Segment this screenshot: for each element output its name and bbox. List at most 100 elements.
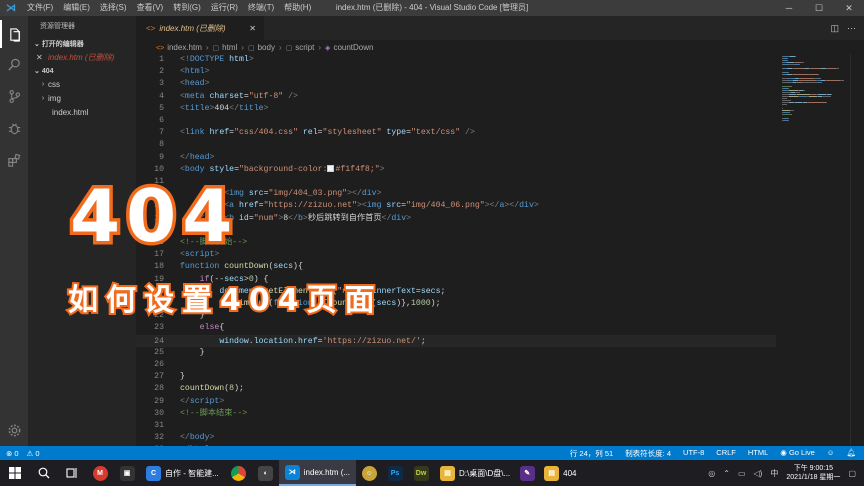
open-editor-label: index.htm (已删除) [48, 53, 115, 62]
editor-scrollbar[interactable] [850, 54, 864, 446]
dreamweaver-icon[interactable]: Dw [408, 460, 434, 486]
feedback-icon[interactable]: ☺ [827, 448, 835, 459]
emoji-app-icon[interactable]: ☺ [356, 460, 382, 486]
volume-icon[interactable]: ◁) [754, 469, 763, 478]
minimap-token [782, 102, 789, 103]
taskbar-app-vscode[interactable]: ⋊ index.htm (... [278, 460, 357, 486]
menu-item[interactable]: 运行(R) [206, 0, 243, 16]
code-line[interactable]: 31 [136, 420, 776, 432]
folder-section[interactable]: ⌄ 404 [28, 65, 136, 78]
extensions-icon[interactable] [0, 146, 28, 174]
menu-item[interactable]: 帮助(H) [279, 0, 316, 16]
color-swatch[interactable] [327, 165, 335, 173]
breadcrumb-item[interactable]: ▢ html [213, 43, 238, 52]
pen-app-icon[interactable]: ✎ [516, 460, 538, 486]
settings-gear-icon[interactable] [0, 416, 28, 444]
taskbar-search-icon[interactable] [30, 460, 58, 486]
taskbar-app-autozuo[interactable]: C 自作 - 智能建... [140, 460, 225, 486]
open-editors-section[interactable]: ⌄ 打开的编辑器 [28, 38, 136, 51]
notifications-bell-icon[interactable]: 🔔︎ [846, 448, 856, 459]
code-line[interactable]: 2 <html> [136, 66, 776, 78]
taskbar-app-explorer[interactable]: ▤ D:\桌面\D盘\... [434, 460, 516, 486]
tray-app-icon[interactable]: ◎ [708, 469, 715, 478]
tree-item-css[interactable]: › css [28, 78, 136, 92]
code-line[interactable]: 6 [136, 115, 776, 127]
code-token: 秒后跳转到自作首页 [307, 213, 382, 223]
breadcrumb-item[interactable]: <> index.htm [156, 43, 202, 52]
minimap-token [788, 120, 789, 121]
go-live-button[interactable]: ◉ Go Live [780, 448, 815, 459]
maximize-button[interactable]: ☐ [804, 0, 834, 16]
code-line[interactable]: 25 } [136, 347, 776, 359]
code-line[interactable]: 18 function countDown(secs){ [136, 261, 776, 273]
code-line[interactable]: 9 </head> [136, 152, 776, 164]
code-line[interactable]: 28 countDown(8); [136, 383, 776, 395]
eol[interactable]: CRLF [716, 448, 736, 459]
mail-app-icon[interactable]: M [86, 460, 114, 486]
menu-item[interactable]: 选择(S) [95, 0, 132, 16]
tree-item-label: img [48, 94, 61, 103]
tab-close-icon[interactable]: ✕ [249, 24, 256, 33]
open-editor-item[interactable]: ✕ index.htm (已删除) [28, 51, 136, 65]
breadcrumb-item[interactable]: ▢ script [286, 43, 315, 52]
network-icon[interactable]: ▭ [738, 469, 746, 478]
menu-item[interactable]: 查看(V) [132, 0, 169, 16]
code-line[interactable]: 8 [136, 139, 776, 151]
media-app-icon[interactable]: ▣ [114, 460, 140, 486]
code-line[interactable]: 3 <head> [136, 78, 776, 90]
code-line[interactable]: 27} [136, 371, 776, 383]
indent-setting[interactable]: 制表符长度: 4 [625, 448, 671, 459]
cursor-position[interactable]: 行 24，列 51 [570, 448, 613, 459]
code-line[interactable]: 30 <!--脚本结束--> [136, 408, 776, 420]
tree-item-index-html[interactable]: index.html [28, 106, 136, 120]
warnings-count[interactable]: ⚠ 0 [27, 449, 40, 458]
action-center-icon[interactable]: ▢ [848, 469, 856, 478]
line-number: 26 [154, 360, 164, 369]
code-line[interactable]: 26 [136, 359, 776, 371]
code-line[interactable]: 29 </script> [136, 396, 776, 408]
code-line[interactable]: 7 <link href="css/404.css" rel="styleshee… [136, 127, 776, 139]
taskbar-clock[interactable]: 下午 9:00:15 2021/1/18 星期一 [786, 464, 840, 482]
language-mode[interactable]: HTML [748, 448, 768, 459]
windows-start-icon[interactable] [0, 460, 30, 486]
menu-item[interactable]: 转到(G) [168, 0, 206, 16]
menu-item[interactable]: 编辑(E) [58, 0, 95, 16]
breadcrumb-item[interactable]: ▢ body [248, 43, 275, 52]
chrome-icon[interactable] [225, 460, 253, 486]
task-view-icon[interactable] [58, 460, 86, 486]
explorer-icon[interactable] [0, 20, 28, 48]
close-button[interactable]: ✕ [834, 0, 864, 16]
minimap-token [789, 96, 798, 97]
code-line[interactable]: 24 window.location.href='https://zizuo.n… [136, 334, 776, 347]
debug-icon[interactable] [0, 114, 28, 142]
code-line[interactable]: 32 </body> [136, 432, 776, 444]
split-editor-icon[interactable]: ◫ [830, 23, 839, 34]
close-icon[interactable]: ✕ [36, 51, 48, 65]
ime-icon[interactable]: 中 [770, 468, 778, 479]
more-actions-icon[interactable]: ⋯ [847, 23, 856, 34]
camera-app-icon[interactable]: ◐ [253, 460, 279, 486]
minimize-button[interactable]: ─ [774, 0, 804, 16]
code-token: html [184, 67, 205, 77]
minimap-token [790, 100, 791, 101]
code-line[interactable]: 5 <title>404</title> [136, 103, 776, 115]
code-line[interactable]: 23 else{ [136, 322, 776, 334]
tree-item-img[interactable]: › img [28, 92, 136, 106]
window-controls: ─ ☐ ✕ [774, 0, 864, 16]
code-line[interactable]: 4 <meta charset="utf-8" /> [136, 91, 776, 103]
menu-item[interactable]: 终端(T) [243, 0, 279, 16]
breadcrumb-item[interactable]: ◈ countDown [325, 43, 373, 52]
search-icon[interactable] [0, 50, 28, 78]
encoding[interactable]: UTF-8 [683, 448, 704, 459]
tray-overflow-icon[interactable]: ⌃ [723, 469, 730, 478]
code-token: > [263, 103, 269, 113]
tab-index-htm[interactable]: <> index.htm (已删除) ✕ [136, 16, 264, 40]
source-control-icon[interactable] [0, 82, 28, 110]
code-line[interactable]: 1 <!DOCTYPE html> [136, 54, 776, 66]
minimap[interactable] [776, 54, 850, 446]
taskbar-app-folder-404[interactable]: ▤ 404 [538, 460, 582, 486]
photoshop-icon[interactable]: Ps [382, 460, 408, 486]
errors-count[interactable]: ⊗ 0 [6, 449, 19, 458]
minimap-token [810, 68, 821, 69]
menu-item[interactable]: 文件(F) [22, 0, 58, 16]
